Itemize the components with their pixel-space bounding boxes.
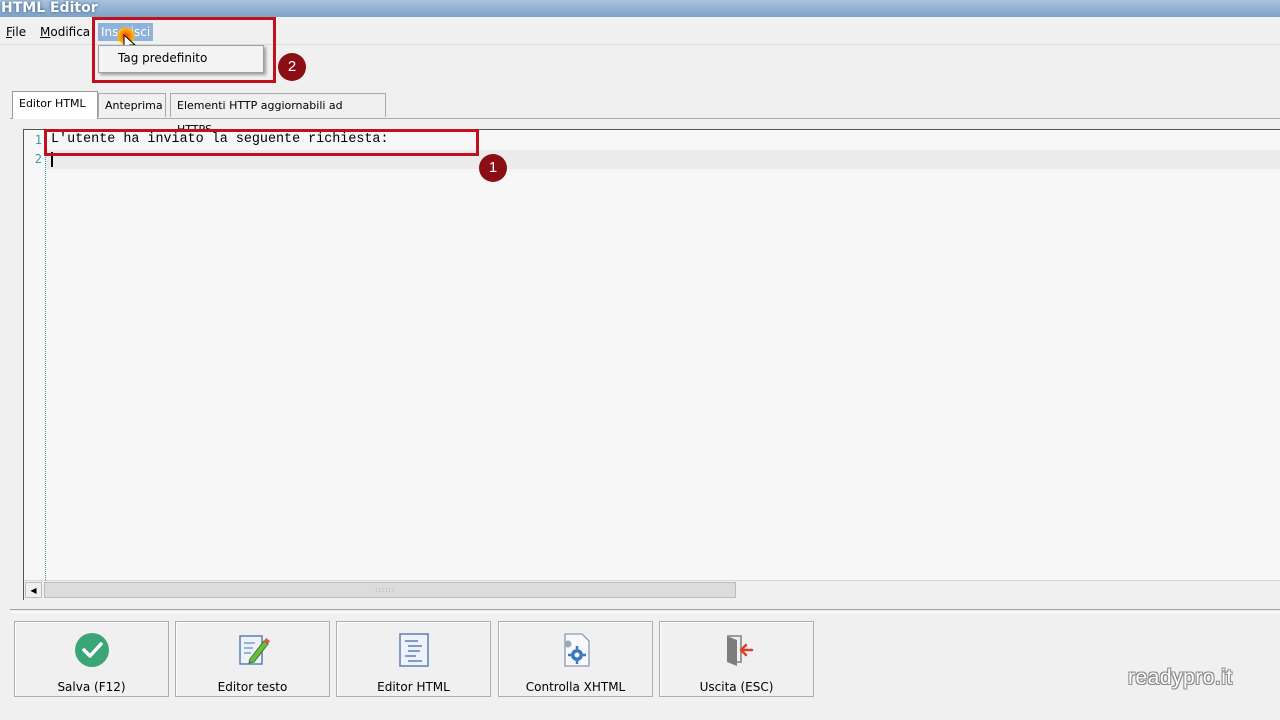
highlight-box-line — [44, 129, 479, 156]
save-button[interactable]: Salva (F12) — [14, 621, 169, 697]
check-xhtml-button-label: Controlla XHTML — [525, 680, 626, 694]
exit-door-icon — [727, 635, 754, 666]
menu-file[interactable]: File — [3, 23, 29, 41]
horizontal-scrollbar[interactable]: ◀ :::::: — [24, 580, 1280, 600]
line-number-gutter: 1 2 — [24, 130, 46, 580]
separator — [10, 609, 1280, 613]
tab-anteprima[interactable]: Anteprima — [98, 93, 166, 117]
tab-editor-html[interactable]: Editor HTML — [12, 91, 98, 119]
code-editor[interactable]: 1 2 L'utente ha inviato la seguente rich… — [23, 129, 1280, 600]
save-button-label: Salva (F12) — [57, 680, 126, 694]
scroll-left-icon[interactable]: ◀ — [25, 582, 42, 598]
text-editor-button[interactable]: Editor testo — [175, 621, 330, 697]
brand-watermark: readypro.it — [1128, 666, 1233, 689]
html-editor-button-label: Editor HTML — [377, 680, 450, 694]
tab-elementi-http[interactable]: Elementi HTTP aggiornabili ad HTTPS — [170, 93, 386, 136]
grip-icon: :::::: — [375, 586, 396, 594]
html-document-icon — [399, 633, 429, 667]
gear-document-icon — [564, 633, 590, 667]
exit-button[interactable]: Uscita (ESC) — [659, 621, 814, 697]
menu-modifica[interactable]: Modifica — [37, 23, 93, 41]
check-circle-icon — [75, 633, 109, 667]
tab-panel-border — [10, 118, 1280, 119]
edit-document-icon — [239, 635, 270, 665]
annotation-badge-2: 2 — [278, 53, 306, 81]
window-title: HTML Editor — [0, 0, 1280, 17]
check-xhtml-button[interactable]: Controlla XHTML — [498, 621, 653, 697]
line-number: 1 — [34, 133, 42, 147]
exit-button-label: Uscita (ESC) — [699, 680, 774, 694]
text-editor-button-label: Editor testo — [217, 680, 288, 694]
annotation-badge-1: 1 — [479, 154, 507, 182]
line-number: 2 — [34, 152, 42, 166]
html-editor-button[interactable]: Editor HTML — [336, 621, 491, 697]
scrollbar-thumb[interactable]: :::::: — [44, 582, 736, 598]
highlight-box-menu — [92, 17, 276, 83]
